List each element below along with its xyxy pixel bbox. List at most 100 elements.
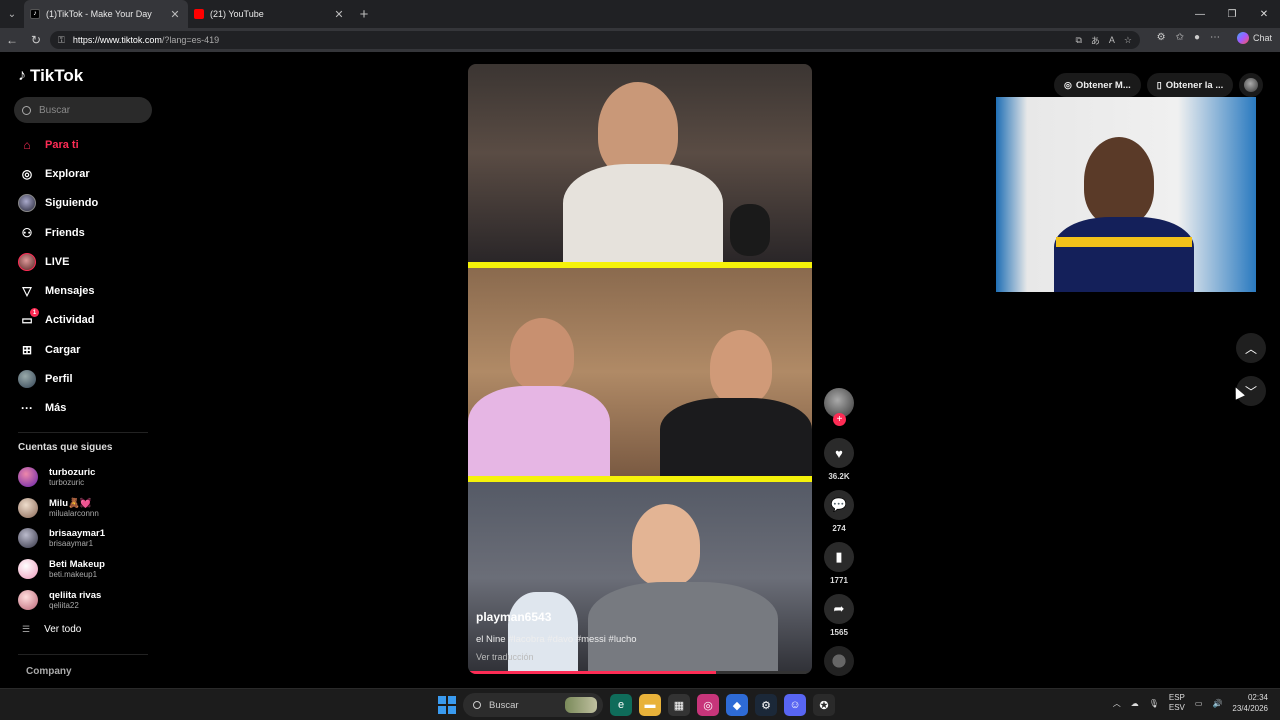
keyboard-code: ESV [1168,703,1185,712]
open-app-icon[interactable]: ⧉ [1075,35,1081,46]
extensions-icon[interactable]: ⚙ [1157,32,1166,43]
restore-icon[interactable]: ❐ [1216,0,1248,28]
get-coins-button[interactable]: ◎ Obtener M... [1054,73,1141,97]
following-item[interactable]: Milu🧸💓 milualarconnn [18,493,158,524]
app-icon[interactable]: ◆ [726,694,748,716]
tiktok-logo[interactable]: ♪ TikTok [18,66,83,86]
following-item[interactable]: qeliita rivas qeliita22 [18,584,158,615]
site-info-icon[interactable]: ⚿ [58,35,65,46]
video-progress-bar[interactable] [468,671,812,674]
following-item[interactable]: Beti Makeup beti.makeup1 [18,554,158,585]
nav-item-mensajes[interactable]: ▽ Mensajes [0,276,160,305]
nav-item-live[interactable]: LIVE [0,247,160,276]
user-avatar-button[interactable] [1239,73,1264,97]
instagram-icon[interactable]: ◎ [697,694,719,716]
chat-label: Chat [1252,33,1272,43]
nav-item-actividad[interactable]: ▭ 1 Actividad [0,306,160,335]
get-app-button[interactable]: ▯ Obtener la ... [1146,73,1234,97]
following-item[interactable]: turbozuric turbozuric [18,462,158,493]
windows-start-icon[interactable] [438,696,456,714]
following-item[interactable]: brisaaymar1 brisaaymar1 [18,523,158,554]
avatar [18,497,38,518]
file-explorer-icon[interactable]: ▬ [639,694,661,716]
store-icon[interactable]: ▦ [668,694,690,716]
video-player[interactable]: playman6543 el Nine #lacobra #davo #mess… [468,64,812,674]
edge-browser-icon[interactable]: e [610,694,632,716]
get-coins-label: Obtener M... [1075,79,1131,91]
favorite-star-icon[interactable]: ☆ [1124,35,1132,46]
nav-label: Friends [45,226,85,239]
share-button[interactable]: ➦ 1565 [822,594,856,638]
translate-link[interactable]: Ver traducción [476,652,534,662]
tab-tiktok[interactable]: ♪ (1)TikTok - Make Your Day ✕ [24,0,188,28]
video-actions: + ♥ 36.2K 💬 274 ▮ 1771 ➦ 1565 [822,388,856,676]
microphone-icon[interactable]: 🎙 [1149,699,1159,708]
taskbar-search[interactable]: Buscar [463,693,603,717]
profile-avatar-icon [18,370,36,389]
company-link[interactable]: Company [26,666,72,677]
search-highlight-image [565,697,597,713]
video-person [710,330,772,404]
avatar [1244,78,1259,92]
close-window-icon[interactable]: ✕ [1248,0,1280,28]
following-name: qeliita rivas [49,589,102,601]
video-author[interactable]: playman6543 [476,610,551,624]
like-button[interactable]: ♥ 36.2K [822,438,856,482]
following-user: brisaaymar1 [49,539,94,549]
nav-item-cargar[interactable]: ⊞ Cargar [0,335,160,364]
list-icon: ☰ [22,624,31,634]
creator-avatar[interactable]: + [824,388,854,426]
network-icon[interactable]: ▭ [1195,699,1203,708]
url-field[interactable]: ⚿ https://www.tiktok.com/?lang=es-419 ⧉ … [50,31,1140,49]
game-app-icon[interactable]: ✪ [813,694,835,716]
divider [18,654,148,655]
like-count: 36.2K [828,472,850,481]
nav-label: Perfil [45,373,73,386]
minimize-icon[interactable]: — [1184,0,1216,28]
more-icon: ··· [21,401,33,416]
nav-item-para-ti[interactable]: ⌂ Para ti [0,130,160,159]
chevron-up-icon: ︿ [1244,341,1257,356]
phone-icon: ▯ [1156,79,1162,90]
divider [18,432,148,433]
tray-chevron-icon[interactable]: ︿ [1113,698,1121,709]
profile-icon[interactable]: ● [1194,32,1200,43]
copilot-chat-button[interactable]: Chat [1236,32,1272,44]
menu-dots-icon[interactable]: ⋯ [1210,32,1220,43]
reload-icon[interactable]: ↻ [24,33,48,47]
back-arrow-icon[interactable]: ← [0,33,24,47]
read-aloud-icon[interactable]: A [1109,35,1115,45]
translate-icon[interactable]: あ [1091,34,1100,47]
clock[interactable]: 02:34 23/4/2026 [1232,692,1268,714]
save-button[interactable]: ▮ 1771 [822,542,856,586]
streamer-facecam [996,97,1256,292]
discord-icon[interactable]: ☺ [784,694,806,716]
close-icon[interactable]: ✕ [168,8,182,21]
nav-item-perfil[interactable]: Perfil [0,364,160,393]
follow-plus-icon[interactable]: + [833,413,846,426]
search-input[interactable]: Buscar [14,97,152,123]
see-all-link[interactable]: ☰ Ver todo [22,624,81,635]
facecam-shirt [1054,217,1194,292]
see-all-label: Ver todo [44,624,82,635]
steam-icon[interactable]: ⚙ [755,694,777,716]
nav-item-siguiendo[interactable]: Siguiendo [0,189,160,218]
nav-item-friends[interactable]: ⚇ Friends [0,218,160,247]
nav-item-explorar[interactable]: ◎ Explorar [0,159,160,188]
address-bar-row: ← ↻ ⚿ https://www.tiktok.com/?lang=es-41… [0,28,1280,52]
nav-item-mas[interactable]: ··· Más [0,394,160,423]
home-icon: ⌂ [23,137,31,152]
previous-video-button[interactable]: ︿ [1236,333,1266,363]
onedrive-icon[interactable]: ☁ [1131,699,1139,708]
language-indicator[interactable]: ESP ESV [1169,693,1185,713]
new-tab-button[interactable]: + [352,6,376,23]
music-disc-icon[interactable] [824,646,854,676]
comment-button[interactable]: 💬 274 [822,490,856,534]
tab-youtube[interactable]: (21) YouTube ✕ [188,0,352,28]
tab-list-chevron-icon[interactable]: ⌄ [0,0,24,28]
search-icon [22,105,31,115]
close-icon[interactable]: ✕ [332,8,346,21]
favorites-icon[interactable]: ✩ [1176,32,1184,43]
volume-icon[interactable]: 🔊 [1212,699,1222,708]
save-count: 1771 [830,576,848,585]
